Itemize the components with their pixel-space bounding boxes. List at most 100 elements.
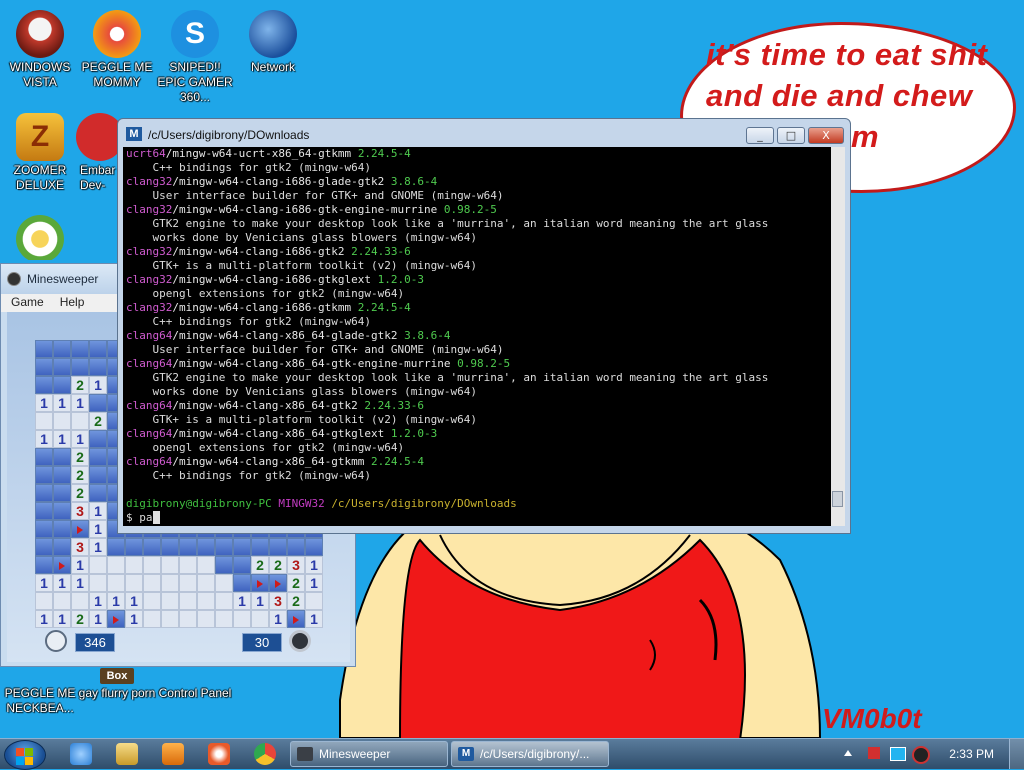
terminal-scrollbar[interactable] xyxy=(831,147,845,526)
network-tray-icon[interactable] xyxy=(890,747,906,761)
desktop-icon-gay-flurry[interactable]: Box gay flurry porn xyxy=(77,668,157,701)
number-cell[interactable]: 1 xyxy=(71,394,89,412)
open-cell[interactable] xyxy=(179,556,197,574)
covered-cell[interactable] xyxy=(53,376,71,394)
open-cell[interactable] xyxy=(179,592,197,610)
task-minesweeper[interactable]: Minesweeper xyxy=(290,741,448,767)
number-cell[interactable]: 1 xyxy=(71,430,89,448)
flagged-cell[interactable] xyxy=(71,520,89,538)
desktop-icon-zoomer-deluxe[interactable]: Z ZOOMER DELUXE xyxy=(0,113,80,193)
terminal-titlebar[interactable]: M /c/Users/digibrony/DOwnloads _ □ X xyxy=(118,119,850,147)
number-cell[interactable]: 1 xyxy=(53,574,71,592)
open-cell[interactable] xyxy=(71,412,89,430)
number-cell[interactable]: 3 xyxy=(287,556,305,574)
number-cell[interactable]: 3 xyxy=(71,502,89,520)
flagged-cell[interactable] xyxy=(107,610,125,628)
open-cell[interactable] xyxy=(251,610,269,628)
covered-cell[interactable] xyxy=(35,376,53,394)
number-cell[interactable]: 1 xyxy=(89,376,107,394)
desktop-icon-peggle-mommy[interactable]: PEGGLE ME MOMMY xyxy=(77,10,157,90)
number-cell[interactable]: 1 xyxy=(269,610,287,628)
volume-icon[interactable] xyxy=(912,746,930,764)
scrollbar-thumb[interactable] xyxy=(832,491,843,507)
number-cell[interactable]: 1 xyxy=(107,592,125,610)
open-cell[interactable] xyxy=(143,556,161,574)
open-cell[interactable] xyxy=(197,556,215,574)
covered-cell[interactable] xyxy=(89,340,107,358)
covered-cell[interactable] xyxy=(107,538,125,556)
covered-cell[interactable] xyxy=(35,538,53,556)
desktop-icon-peggle-neckbeard[interactable]: PEGGLE ME NECKBEA... xyxy=(0,668,80,716)
open-cell[interactable] xyxy=(107,574,125,592)
number-cell[interactable]: 1 xyxy=(53,610,71,628)
number-cell[interactable]: 2 xyxy=(71,376,89,394)
covered-cell[interactable] xyxy=(35,358,53,376)
number-cell[interactable]: 2 xyxy=(71,610,89,628)
number-cell[interactable]: 3 xyxy=(269,592,287,610)
open-cell[interactable] xyxy=(305,592,323,610)
number-cell[interactable]: 1 xyxy=(35,610,53,628)
flagged-cell[interactable] xyxy=(269,574,287,592)
menu-game[interactable]: Game xyxy=(1,294,50,309)
number-cell[interactable]: 1 xyxy=(35,574,53,592)
number-cell[interactable]: 1 xyxy=(35,430,53,448)
covered-cell[interactable] xyxy=(89,430,107,448)
number-cell[interactable]: 2 xyxy=(269,556,287,574)
desktop-icon-plants[interactable] xyxy=(0,215,80,260)
number-cell[interactable]: 1 xyxy=(89,538,107,556)
open-cell[interactable] xyxy=(161,556,179,574)
open-cell[interactable] xyxy=(179,574,197,592)
covered-cell[interactable] xyxy=(35,484,53,502)
open-cell[interactable] xyxy=(143,574,161,592)
flagged-cell[interactable] xyxy=(251,574,269,592)
flagged-cell[interactable] xyxy=(53,556,71,574)
covered-cell[interactable] xyxy=(179,538,197,556)
number-cell[interactable]: 1 xyxy=(305,610,323,628)
number-cell[interactable]: 1 xyxy=(305,556,323,574)
number-cell[interactable]: 1 xyxy=(125,610,143,628)
number-cell[interactable]: 1 xyxy=(89,502,107,520)
covered-cell[interactable] xyxy=(53,448,71,466)
open-cell[interactable] xyxy=(125,574,143,592)
number-cell[interactable]: 1 xyxy=(71,556,89,574)
number-cell[interactable]: 2 xyxy=(287,592,305,610)
covered-cell[interactable] xyxy=(35,556,53,574)
paint-icon[interactable] xyxy=(208,743,230,765)
chrome-icon[interactable] xyxy=(254,743,276,765)
covered-cell[interactable] xyxy=(53,538,71,556)
covered-cell[interactable] xyxy=(287,538,305,556)
number-cell[interactable]: 1 xyxy=(305,574,323,592)
covered-cell[interactable] xyxy=(53,340,71,358)
number-cell[interactable]: 2 xyxy=(71,484,89,502)
covered-cell[interactable] xyxy=(35,448,53,466)
number-cell[interactable]: 1 xyxy=(89,610,107,628)
number-cell[interactable]: 1 xyxy=(233,592,251,610)
covered-cell[interactable] xyxy=(53,466,71,484)
flagged-cell[interactable] xyxy=(287,610,305,628)
open-cell[interactable] xyxy=(197,574,215,592)
covered-cell[interactable] xyxy=(89,466,107,484)
open-cell[interactable] xyxy=(215,574,233,592)
open-cell[interactable] xyxy=(125,556,143,574)
open-cell[interactable] xyxy=(35,592,53,610)
minimize-button[interactable]: _ xyxy=(746,127,774,144)
open-cell[interactable] xyxy=(197,610,215,628)
desktop-icon-control-panel[interactable]: Control Panel xyxy=(155,668,235,701)
open-cell[interactable] xyxy=(215,592,233,610)
covered-cell[interactable] xyxy=(35,466,53,484)
covered-cell[interactable] xyxy=(35,502,53,520)
covered-cell[interactable] xyxy=(71,340,89,358)
covered-cell[interactable] xyxy=(161,538,179,556)
desktop-icon-network[interactable]: Network xyxy=(233,10,313,75)
open-cell[interactable] xyxy=(53,412,71,430)
desktop-icon-sniped[interactable]: S SNIPED!! EPIC GAMER 360... xyxy=(155,10,235,105)
open-cell[interactable] xyxy=(53,592,71,610)
number-cell[interactable]: 1 xyxy=(89,592,107,610)
number-cell[interactable]: 1 xyxy=(53,430,71,448)
covered-cell[interactable] xyxy=(89,484,107,502)
open-cell[interactable] xyxy=(161,610,179,628)
covered-cell[interactable] xyxy=(35,340,53,358)
menu-help[interactable]: Help xyxy=(50,294,91,309)
covered-cell[interactable] xyxy=(89,358,107,376)
covered-cell[interactable] xyxy=(125,538,143,556)
